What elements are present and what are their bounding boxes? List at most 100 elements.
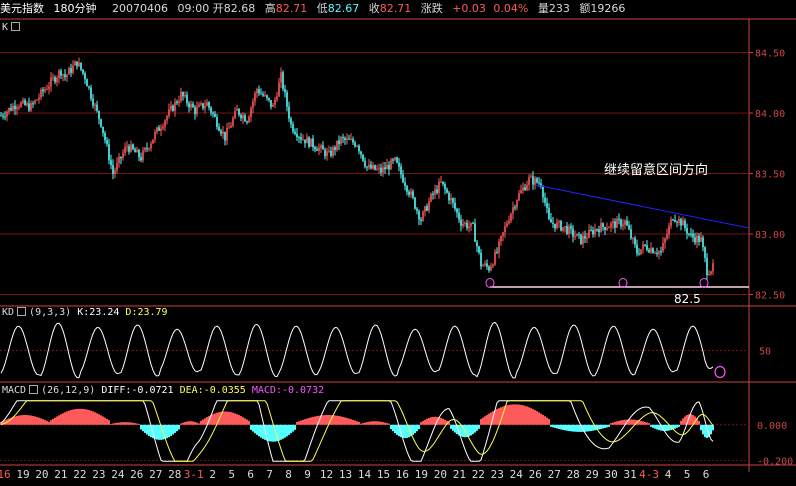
candle-body <box>126 146 128 148</box>
candle-body <box>94 104 96 106</box>
candle-body <box>464 222 466 224</box>
candle-body <box>554 223 556 229</box>
candle-body <box>354 142 356 147</box>
candle-body <box>438 181 440 193</box>
candle-body <box>8 107 10 112</box>
collapse-toggle-icon[interactable] <box>17 306 27 316</box>
candle-body <box>390 159 392 170</box>
candle-body <box>500 236 502 242</box>
collapse-toggle-icon[interactable] <box>11 21 21 31</box>
diff-line <box>0 400 714 462</box>
candle-body <box>238 108 240 115</box>
candle-body <box>376 168 378 170</box>
candle-body <box>14 105 16 110</box>
candle-body <box>160 128 162 131</box>
candle-body <box>706 257 708 276</box>
candle-body <box>708 274 710 276</box>
candle-body <box>522 187 524 191</box>
candle-body <box>656 252 658 254</box>
candle-body <box>620 219 622 227</box>
x-tick-label: 13 <box>339 468 352 481</box>
candle-body <box>180 92 182 102</box>
touch-marker <box>485 278 495 288</box>
candle-body <box>284 89 286 93</box>
candle-body <box>282 72 284 90</box>
candle-body <box>248 116 250 123</box>
y-tick-label: 50 <box>759 347 771 358</box>
candle-body <box>274 99 276 105</box>
kd-panel-label: KD (9,3,3) K:23.24 D:23.79 <box>2 306 168 319</box>
candle-body <box>312 138 314 148</box>
candle-body <box>448 192 450 201</box>
candle-body <box>170 105 172 110</box>
candle-body <box>310 138 312 147</box>
candle-body <box>510 213 512 221</box>
candle-body <box>72 65 74 73</box>
candle-body <box>528 177 530 185</box>
candle-body <box>534 178 536 185</box>
candle-body <box>44 89 46 92</box>
x-tick-label: 31 <box>623 468 636 481</box>
candle-body <box>596 229 598 231</box>
candle-body <box>68 68 70 75</box>
candle-body <box>634 238 636 245</box>
candle-body <box>412 191 414 198</box>
candle-body <box>420 219 422 221</box>
candle-body <box>454 202 456 209</box>
candle-body <box>344 138 346 140</box>
kd-d-value: D:23.79 <box>125 307 168 318</box>
candle-body <box>450 198 452 201</box>
candle-body <box>16 107 18 110</box>
collapse-toggle-icon[interactable] <box>29 384 39 394</box>
candle-body <box>478 246 480 253</box>
y-tick-label: 82.50 <box>755 291 785 302</box>
candle-body <box>552 222 554 224</box>
candle-body <box>476 241 478 247</box>
candle-body <box>294 131 296 134</box>
x-tick-label: 19 <box>415 468 428 481</box>
candle-body <box>82 69 84 74</box>
x-tick-label: 21 <box>453 468 466 481</box>
candle-body <box>690 233 692 235</box>
candle-body <box>618 218 620 220</box>
x-tick-label: 20 <box>434 468 447 481</box>
y-tick-label: 84.00 <box>755 109 785 120</box>
candle-body <box>610 223 612 228</box>
candle-body <box>326 151 328 157</box>
candle-body <box>576 233 578 237</box>
candle-body <box>296 133 298 138</box>
candle-body <box>140 157 142 161</box>
candle-body <box>516 200 518 208</box>
candle-body <box>678 218 680 223</box>
candle-body <box>578 233 580 235</box>
candle-body <box>10 107 12 111</box>
candle-body <box>676 221 678 223</box>
candle-body <box>66 74 68 78</box>
candle-body <box>400 166 402 175</box>
candle-body <box>430 193 432 202</box>
candle-body <box>604 226 606 230</box>
candle-body <box>382 167 384 173</box>
candle-body <box>566 226 568 234</box>
candle-body <box>434 189 436 195</box>
candle-body <box>298 137 300 139</box>
k-panel-name: K <box>2 22 9 33</box>
candle-body <box>494 251 496 265</box>
candle-body <box>544 197 546 203</box>
candle-body <box>276 96 278 100</box>
candle-body <box>602 223 604 227</box>
candle-body <box>452 198 454 203</box>
candle-body <box>132 144 134 150</box>
candle-body <box>498 241 500 253</box>
candle-body <box>204 106 206 109</box>
candle-body <box>266 95 268 98</box>
x-tick-label: 2 <box>209 468 216 481</box>
candle-body <box>646 245 648 250</box>
macd-dea-value: DEA:-0.0355 <box>179 385 246 396</box>
candle-body <box>660 251 662 253</box>
candle-body <box>590 229 592 231</box>
candle-body <box>380 167 382 173</box>
candle-body <box>210 107 212 113</box>
candle-body <box>300 137 302 140</box>
candle-body <box>368 164 370 168</box>
